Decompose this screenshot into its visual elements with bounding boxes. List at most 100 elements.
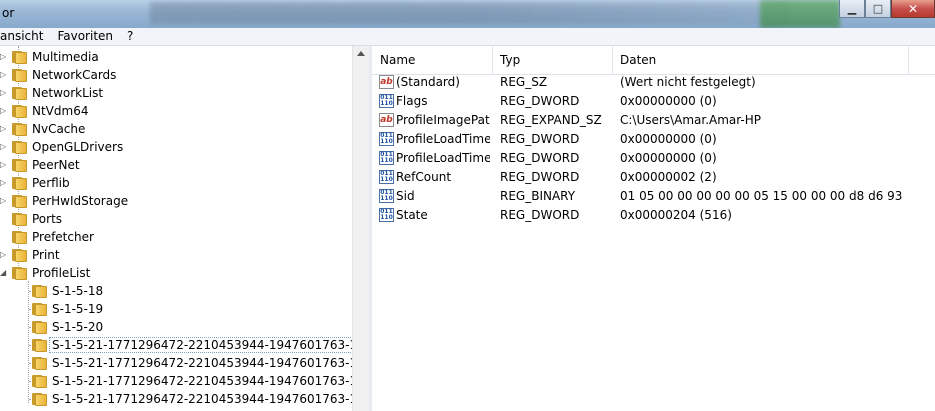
tree-item-s-1-5-19[interactable]: S-1-5-19 xyxy=(32,300,103,318)
tree-item-label: S-1-5-21-1771296472-2210453944-194760176… xyxy=(52,374,352,388)
tree-item-s-1-5-21-1003[interactable]: S-1-5-21-1771296472-2210453944-194760176… xyxy=(32,372,352,390)
tree-item-label: Prefetcher xyxy=(32,230,94,244)
tree-item-s-1-5-21-1004[interactable]: S-1-5-21-1771296472-2210453944-194760176… xyxy=(32,390,352,408)
value-data: 0x00000000 (0) xyxy=(620,132,717,146)
value-row[interactable]: 011 110 State REG_DWORD 0x00000204 (516) xyxy=(372,206,935,225)
value-type: REG_DWORD xyxy=(500,132,580,146)
tree-item-multimedia[interactable]: ▷ Multimedia xyxy=(0,48,99,66)
column-header-name[interactable]: Name xyxy=(372,46,492,74)
value-type: REG_DWORD xyxy=(500,170,580,184)
collapse-icon[interactable]: ◢ xyxy=(0,269,7,277)
tree-item-profilelist[interactable]: ◢ ProfileList xyxy=(0,264,90,282)
tree-item-label: PerHwIdStorage xyxy=(32,194,129,208)
column-divider[interactable] xyxy=(908,46,909,74)
menu-help[interactable]: ? xyxy=(120,28,140,45)
expand-icon[interactable]: ▷ xyxy=(0,125,7,133)
string-value-icon: ab xyxy=(379,75,394,89)
folder-icon xyxy=(32,302,48,316)
tree-item-label: NetworkList xyxy=(32,86,104,100)
maximize-button[interactable]: □ xyxy=(865,0,891,18)
maximize-icon: □ xyxy=(872,2,884,15)
tree-item-s-1-5-20[interactable]: S-1-5-20 xyxy=(32,318,103,336)
tree-item-prefetcher[interactable]: Prefetcher xyxy=(0,228,94,246)
tree-item-networkcards[interactable]: ▷ NetworkCards xyxy=(0,66,116,84)
folder-icon xyxy=(32,284,48,298)
tree-item-perhwidstorage[interactable]: ▷ PerHwIdStorage xyxy=(0,192,128,210)
expand-icon[interactable]: ▷ xyxy=(0,143,7,151)
value-type: REG_DWORD xyxy=(500,208,580,222)
value-name: ProfileImagePath xyxy=(396,113,490,127)
value-name: ProfileLoadTime... xyxy=(396,132,490,146)
blurred-background xyxy=(150,2,790,24)
tree-item-label: Perflib xyxy=(32,176,70,190)
tree-item-s-1-5-18[interactable]: S-1-5-18 xyxy=(32,282,103,300)
binary-value-icon: 011 110 xyxy=(379,132,394,146)
tree-item-label: NetworkCards xyxy=(32,68,117,82)
value-row[interactable]: 011 110 Sid REG_BINARY 01 05 00 00 00 00 … xyxy=(372,187,935,206)
value-name: Sid xyxy=(396,189,415,203)
menu-ansicht[interactable]: ansicht xyxy=(0,28,50,45)
tree-item-label: S-1-5-20 xyxy=(52,320,104,334)
tree-item-print[interactable]: ▷ Print xyxy=(0,246,60,264)
value-type: REG_DWORD xyxy=(500,94,580,108)
title-bar: or ▁ □ ✕ xyxy=(0,0,935,28)
value-row[interactable]: 011 110 RefCount REG_DWORD 0x00000002 (2) xyxy=(372,168,935,187)
window-title: or xyxy=(2,6,15,20)
column-header-data[interactable]: Daten xyxy=(612,46,912,74)
tree-item-label: ProfileList xyxy=(32,266,91,280)
expand-icon[interactable]: ▷ xyxy=(0,53,7,61)
binary-value-icon: 011 110 xyxy=(379,170,394,184)
folder-open-icon xyxy=(12,266,28,280)
tree-item-nvcache[interactable]: ▷ NvCache xyxy=(0,120,85,138)
value-row[interactable]: ab ProfileImagePath REG_EXPAND_SZ C:\Use… xyxy=(372,111,935,130)
tree-item-label: S-1-5-18 xyxy=(52,284,104,298)
value-row[interactable]: ab (Standard) REG_SZ (Wert nicht festgel… xyxy=(372,73,935,92)
scroll-up-icon[interactable] xyxy=(357,51,365,56)
tree-item-ntvdm64[interactable]: ▷ NtVdm64 xyxy=(0,102,88,120)
registry-key-tree: ▷ Multimedia ▷ NetworkCards ▷ NetworkLis… xyxy=(0,46,352,411)
tree-item-label: S-1-5-19 xyxy=(52,302,104,316)
value-data: 0x00000002 (2) xyxy=(620,170,717,184)
tree-item-peernet[interactable]: ▷ PeerNet xyxy=(0,156,80,174)
expand-icon[interactable]: ▷ xyxy=(0,71,7,79)
column-header-type[interactable]: Typ xyxy=(492,46,612,74)
tree-item-s-1-5-21-1001-bak[interactable]: S-1-5-21-1771296472-2210453944-194760176… xyxy=(32,354,352,372)
tree-item-s-1-5-21-1001[interactable]: S-1-5-21-1771296472-2210453944-194760176… xyxy=(32,336,352,354)
tree-item-label: S-1-5-21-1771296472-2210453944-194760176… xyxy=(49,337,352,353)
tree-scrollbar[interactable] xyxy=(352,46,369,411)
folder-icon xyxy=(32,338,48,352)
tree-item-label: PeerNet xyxy=(32,158,80,172)
value-row[interactable]: 011110 ProfileLoadTime... REG_DWORD 0x00… xyxy=(372,149,935,168)
folder-icon xyxy=(12,122,28,136)
tree-item-label: Ports xyxy=(32,212,63,226)
expand-icon[interactable]: ▷ xyxy=(0,179,7,187)
close-button[interactable]: ✕ xyxy=(891,0,935,18)
folder-icon xyxy=(12,158,28,172)
folder-icon xyxy=(12,230,28,244)
expand-icon[interactable]: ▷ xyxy=(0,107,7,115)
expand-icon[interactable]: ▷ xyxy=(0,197,7,205)
value-name: State xyxy=(396,208,428,222)
value-data: 0x00000000 (0) xyxy=(620,151,717,165)
menu-favoriten[interactable]: Favoriten xyxy=(50,28,120,45)
expand-icon[interactable]: ▷ xyxy=(0,161,7,169)
folder-icon xyxy=(32,374,48,388)
tree-item-opengldrivers[interactable]: ▷ OpenGLDrivers xyxy=(0,138,123,156)
value-row[interactable]: 011 110 Flags REG_DWORD 0x00000000 (0) xyxy=(372,92,935,111)
string-value-icon: ab xyxy=(379,113,394,127)
tree-item-label: Print xyxy=(32,248,60,262)
tree-item-label: S-1-5-21-1771296472-2210453944-194760176… xyxy=(52,392,352,406)
tree-item-ports[interactable]: Ports xyxy=(0,210,62,228)
folder-icon xyxy=(12,140,28,154)
value-row[interactable]: 011110 ProfileLoadTime... REG_DWORD 0x00… xyxy=(372,130,935,149)
expand-icon[interactable]: ▷ xyxy=(0,251,7,259)
tree-item-label: S-1-5-21-1771296472-2210453944-194760176… xyxy=(52,356,352,370)
blurred-background-accent xyxy=(760,0,840,28)
value-data: 0x00000204 (516) xyxy=(620,208,732,222)
tree-item-perflib[interactable]: ▷ Perflib xyxy=(0,174,70,192)
value-name: ProfileLoadTime... xyxy=(396,151,490,165)
expand-icon[interactable]: ▷ xyxy=(0,89,7,97)
minimize-icon: ▁ xyxy=(847,2,857,15)
tree-item-networklist[interactable]: ▷ NetworkList xyxy=(0,84,103,102)
minimize-button[interactable]: ▁ xyxy=(839,0,865,18)
